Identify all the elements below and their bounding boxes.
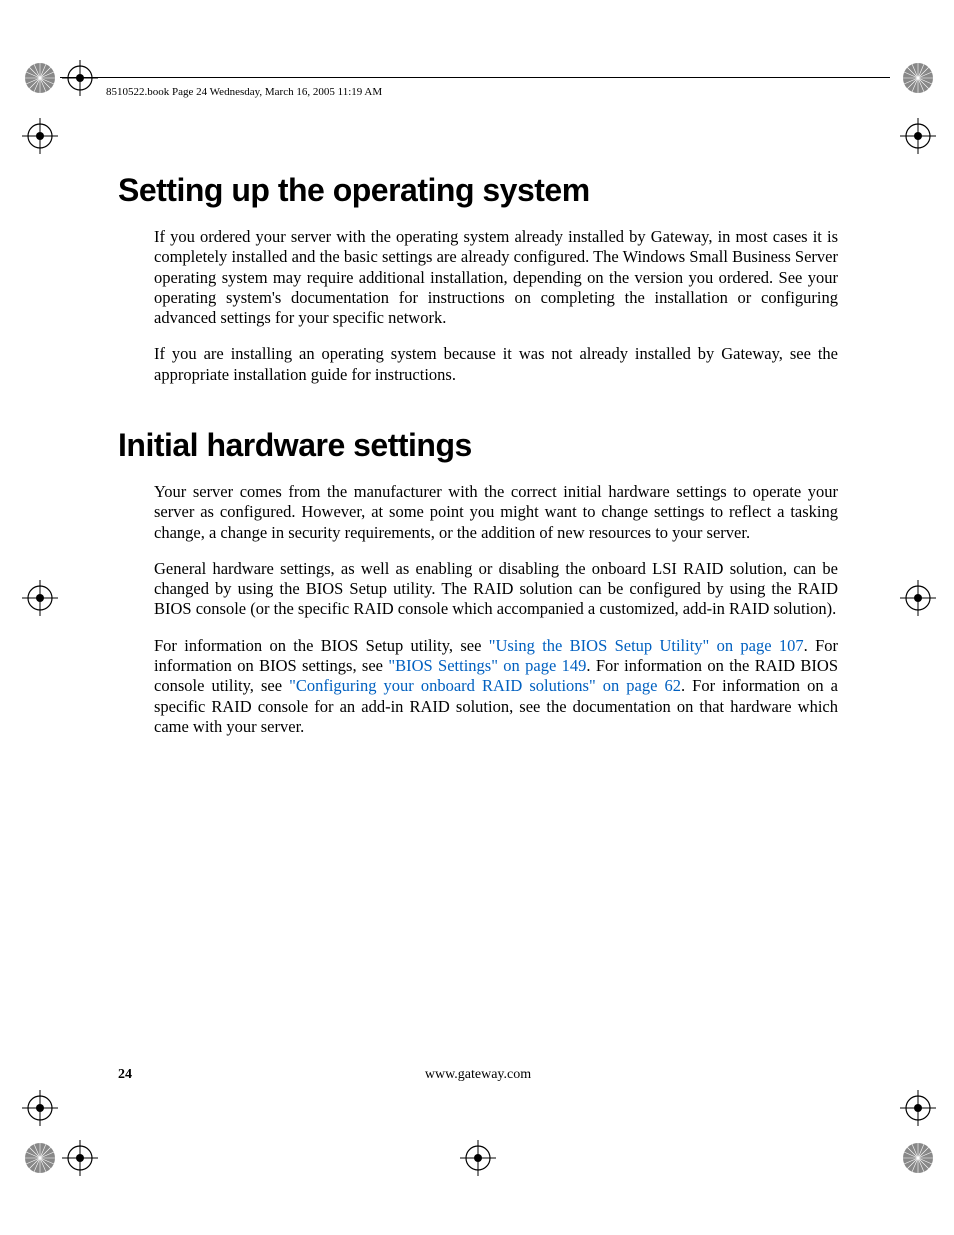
- footer-url: www.gateway.com: [118, 1067, 838, 1083]
- crop-mark-icon: [22, 1140, 58, 1176]
- crop-mark-icon: [460, 1140, 496, 1176]
- print-header: 8510522.book Page 24 Wednesday, March 16…: [106, 86, 382, 98]
- crop-mark-icon: [900, 580, 936, 616]
- body-paragraph: Your server comes from the manufacturer …: [154, 482, 838, 543]
- heading-initial-hardware: Initial hardware settings: [118, 427, 838, 464]
- text-run: For information on the BIOS Setup utilit…: [154, 636, 489, 655]
- heading-setting-up-os: Setting up the operating system: [118, 172, 838, 209]
- crop-mark-icon: [62, 60, 98, 96]
- crop-mark-icon: [22, 1090, 58, 1126]
- body-paragraph: If you are installing an operating syste…: [154, 344, 838, 385]
- crop-mark-icon: [900, 1140, 936, 1176]
- crop-mark-icon: [22, 580, 58, 616]
- body-paragraph: For information on the BIOS Setup utilit…: [154, 636, 838, 737]
- crop-mark-icon: [900, 1090, 936, 1126]
- crop-mark-icon: [62, 1140, 98, 1176]
- page-content: Setting up the operating system If you o…: [118, 172, 838, 753]
- crop-mark-icon: [22, 118, 58, 154]
- crop-mark-icon: [22, 60, 58, 96]
- link-raid-config[interactable]: "Configuring your onboard RAID solutions…: [289, 676, 681, 695]
- page-footer: 24 www.gateway.com: [118, 1067, 838, 1083]
- link-bios-setup-utility[interactable]: "Using the BIOS Setup Utility" on page 1…: [489, 636, 804, 655]
- link-bios-settings[interactable]: "BIOS Settings" on page 149: [388, 656, 586, 675]
- body-paragraph: General hardware settings, as well as en…: [154, 559, 838, 620]
- body-paragraph: If you ordered your server with the oper…: [154, 227, 838, 328]
- crop-mark-icon: [900, 118, 936, 154]
- crop-mark-icon: [900, 60, 936, 96]
